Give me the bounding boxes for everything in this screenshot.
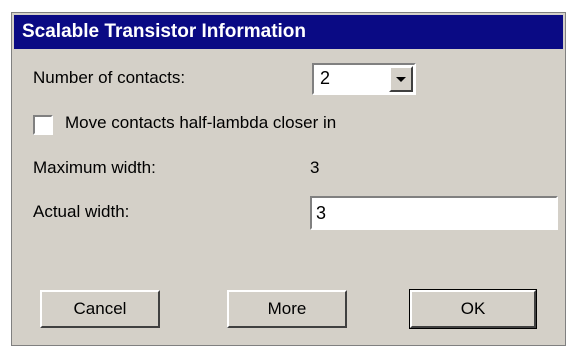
transistor-dialog: Scalable Transistor Information Number o…	[11, 12, 566, 346]
actual-width-input[interactable]: 3	[310, 196, 558, 230]
move-contacts-checkbox[interactable]	[33, 115, 53, 135]
contacts-label: Number of contacts:	[33, 68, 186, 87]
max-width-value: 3	[310, 158, 320, 177]
cancel-button[interactable]: Cancel	[40, 290, 160, 328]
actual-width-label: Actual width:	[33, 202, 130, 221]
move-contacts-label[interactable]: Move contacts half-lambda closer in	[65, 113, 336, 133]
max-width-label: Maximum width:	[33, 158, 156, 177]
dialog-title: Scalable Transistor Information	[14, 15, 563, 49]
more-button[interactable]: More	[227, 290, 347, 328]
chevron-down-icon	[396, 77, 406, 82]
contacts-value: 2	[320, 68, 331, 88]
contacts-dropdown-button[interactable]	[389, 66, 413, 92]
ok-button[interactable]: OK	[409, 289, 537, 329]
contacts-combobox[interactable]: 2	[312, 63, 416, 95]
